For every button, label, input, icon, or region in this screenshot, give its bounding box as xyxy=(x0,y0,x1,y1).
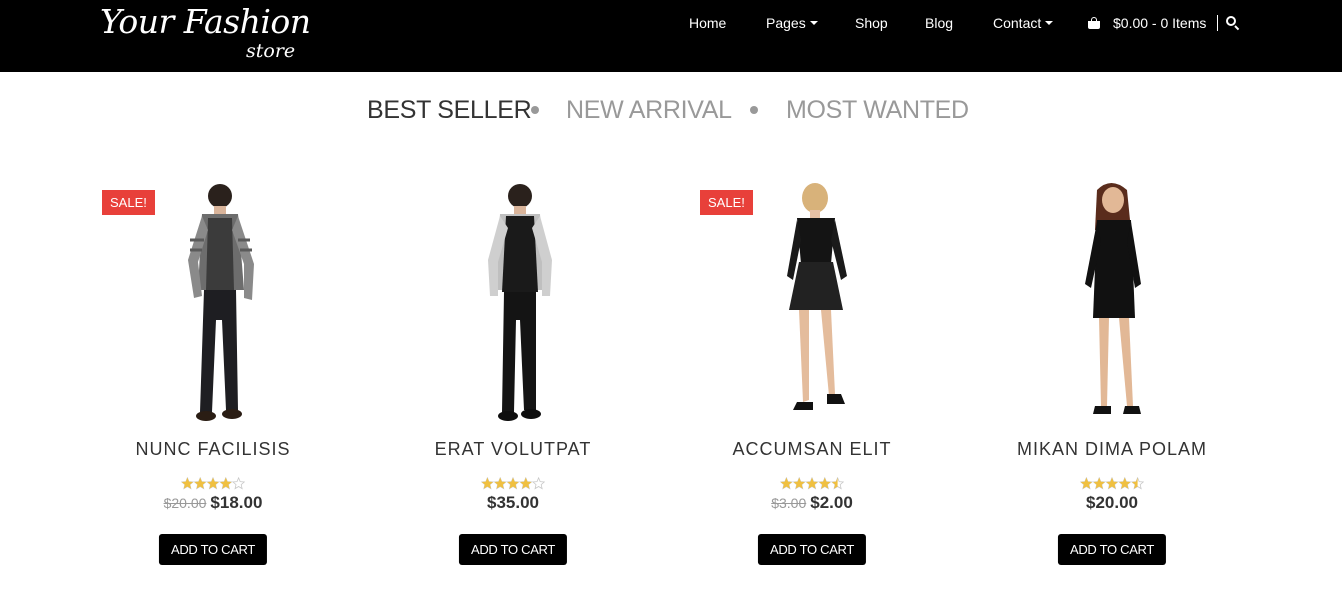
product-name[interactable]: ERAT VOLUTPAT xyxy=(393,439,633,460)
nav-divider xyxy=(1217,15,1218,31)
star-icon xyxy=(194,477,206,489)
sale-badge: SALE! xyxy=(102,190,155,215)
nav-contact-label: Contact xyxy=(993,15,1042,31)
product-image[interactable] xyxy=(1027,180,1197,430)
star-icon xyxy=(520,477,532,489)
product-card: SALE! NUNC FACILISIS $20.00 $18.00 ADD TO… xyxy=(93,180,333,580)
product-name[interactable]: ACCUMSAN ELIT xyxy=(692,439,932,460)
logo-main-text: Your Fashion xyxy=(100,2,311,41)
star-icon xyxy=(1080,477,1093,489)
tab-separator-dot xyxy=(531,106,539,114)
nav-home[interactable]: Home xyxy=(689,15,726,31)
star-icon xyxy=(780,477,793,489)
product-card: MIKAN DIMA POLAM $20.00 ADD TO CART xyxy=(992,180,1232,580)
star-icon xyxy=(793,477,805,489)
tab-best-seller[interactable]: BEST SELLER xyxy=(367,96,532,125)
star-icon xyxy=(1119,477,1131,489)
product-name[interactable]: NUNC FACILISIS xyxy=(93,439,333,460)
current-price: $20.00 xyxy=(1086,493,1138,512)
site-header: Your Fashion store Home Pages Shop Blog … xyxy=(0,0,1342,72)
tab-new-arrival[interactable]: NEW ARRIVAL xyxy=(566,96,732,125)
nav-shop[interactable]: Shop xyxy=(855,15,888,31)
tab-separator-dot xyxy=(750,106,758,114)
star-icon xyxy=(507,477,519,489)
star-rating xyxy=(1080,477,1144,490)
star-rating xyxy=(181,477,245,490)
nav-pages[interactable]: Pages xyxy=(766,15,818,31)
nav-pages-label: Pages xyxy=(766,15,806,31)
search-icon[interactable] xyxy=(1226,16,1240,31)
tab-most-wanted[interactable]: MOST WANTED xyxy=(786,96,969,125)
shopping-bag-icon xyxy=(1087,17,1101,29)
product-price: $35.00 xyxy=(393,493,633,513)
logo-sub-text: store xyxy=(246,40,296,62)
star-icon xyxy=(819,477,831,489)
product-image[interactable] xyxy=(727,180,897,430)
add-to-cart-button[interactable]: ADD TO CART xyxy=(458,534,568,565)
product-image[interactable] xyxy=(428,180,598,430)
cart-summary-text: $0.00 - 0 Items xyxy=(1113,15,1207,31)
current-price: $35.00 xyxy=(487,493,539,512)
product-price: $20.00 $18.00 xyxy=(93,493,333,513)
chevron-down-icon xyxy=(809,21,818,26)
product-price: $3.00 $2.00 xyxy=(692,493,932,513)
star-rating xyxy=(481,477,545,490)
product-image[interactable] xyxy=(128,180,298,430)
cart-summary[interactable]: $0.00 - 0 Items xyxy=(1087,15,1206,31)
add-to-cart-button[interactable]: ADD TO CART xyxy=(757,534,867,565)
star-icon xyxy=(1093,477,1105,489)
product-price: $20.00 xyxy=(992,493,1232,513)
nav-blog[interactable]: Blog xyxy=(925,15,953,31)
add-to-cart-button[interactable]: ADD TO CART xyxy=(1057,534,1167,565)
sale-badge: SALE! xyxy=(700,190,753,215)
product-tabs: BEST SELLER NEW ARRIVAL MOST WANTED xyxy=(0,96,1342,126)
add-to-cart-button[interactable]: ADD TO CART xyxy=(158,534,268,565)
product-card: ERAT VOLUTPAT $35.00 ADD TO CART xyxy=(393,180,633,580)
product-name[interactable]: MIKAN DIMA POLAM xyxy=(992,439,1232,460)
site-logo[interactable]: Your Fashion store xyxy=(100,2,311,68)
chevron-down-icon xyxy=(1045,21,1054,26)
nav-contact[interactable]: Contact xyxy=(993,15,1054,31)
star-icon xyxy=(181,477,194,489)
star-icon xyxy=(481,477,494,489)
current-price: $2.00 xyxy=(810,493,853,512)
star-icon xyxy=(806,477,818,489)
star-icon xyxy=(494,477,506,489)
star-icon xyxy=(207,477,219,489)
star-icon xyxy=(1106,477,1118,489)
star-icon xyxy=(220,477,232,489)
current-price: $18.00 xyxy=(210,493,263,512)
star-outline-icon xyxy=(531,477,545,490)
star-outline-icon xyxy=(231,477,245,490)
old-price: $3.00 xyxy=(771,495,807,511)
star-rating xyxy=(780,477,844,490)
product-card: SALE! ACCUMSAN ELIT $3.00 $2.00 ADD TO CA… xyxy=(692,180,932,580)
old-price: $20.00 xyxy=(163,495,207,511)
